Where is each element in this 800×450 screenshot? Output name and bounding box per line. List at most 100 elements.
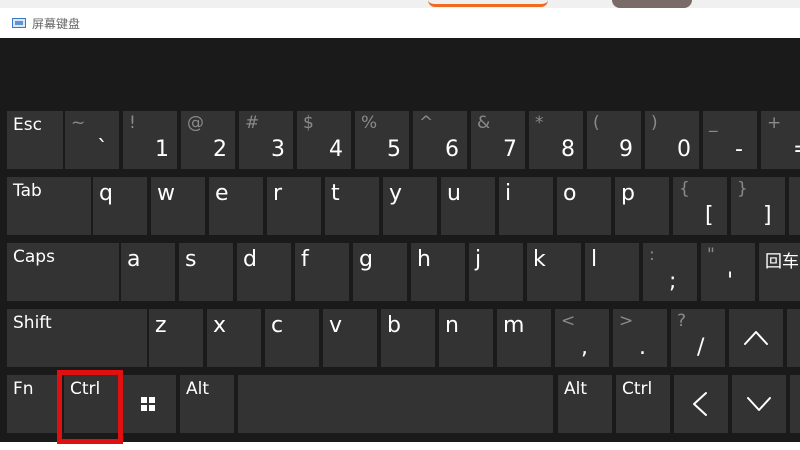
key-e[interactable]: e [209,177,263,235]
key-c[interactable]: c [265,309,319,367]
key-h[interactable]: h [411,243,465,301]
key-label: Ctrl [70,379,101,399]
key-main-label: 0 [677,137,691,162]
key-q[interactable]: q [93,177,147,235]
key-main-label: 2 [213,137,227,162]
keyboard-icon [12,18,26,28]
key-quote[interactable]: " ' [701,243,755,301]
key-shift-label: ! [129,113,136,133]
key-n[interactable]: n [439,309,493,367]
key-t[interactable]: t [325,177,379,235]
key-shift-label: ) [651,113,658,133]
key-m[interactable]: m [497,309,551,367]
key-label: j [475,247,482,272]
key-shift-label: : [649,245,655,265]
key-main-label: 7 [503,137,517,162]
window-title: 屏幕键盘 [32,16,81,31]
key-u[interactable]: u [441,177,495,235]
key-backslash[interactable] [789,177,800,235]
key-label: z [155,313,167,338]
key-left-arrow[interactable] [674,375,728,433]
key-i[interactable]: i [499,177,553,235]
key-7[interactable]: & 7 [471,111,525,169]
key-up-arrow[interactable] [729,309,783,367]
key-label: 回车 [765,252,799,272]
key-d[interactable]: d [237,243,291,301]
key-w[interactable]: w [151,177,205,235]
key-label: n [445,313,459,338]
key-space[interactable] [238,375,553,433]
key-windows[interactable] [122,375,176,433]
key-semicolon[interactable]: :; [643,243,697,301]
key-right-arrow[interactable] [790,375,800,433]
key-label: l [591,247,598,272]
key-main-label: ] [763,203,772,228]
key-shift-label: } [737,179,748,199]
key-shift-label: # [245,113,260,133]
key-shift-right[interactable] [787,309,800,367]
key-label: q [99,181,113,206]
key-k[interactable]: k [527,243,581,301]
key-shift-left[interactable]: Shift [7,309,147,367]
key-slash[interactable]: ? / [671,309,725,367]
key-shift-label: ^ [419,113,434,133]
key-left-bracket[interactable]: {[ [673,177,727,235]
key-1[interactable]: ! 1 [123,111,177,169]
key-l[interactable]: l [585,243,639,301]
key-a[interactable]: a [121,243,175,301]
key-8[interactable]: * 8 [529,111,583,169]
key-v[interactable]: v [323,309,377,367]
key-alt-right[interactable]: Alt [558,375,612,433]
key-comma[interactable]: <, [555,309,609,367]
key-p[interactable]: p [615,177,669,235]
key-right-bracket[interactable]: }] [731,177,785,235]
key-backtick[interactable]: ~ ` [65,111,119,169]
key-ctrl-left[interactable]: Ctrl [64,375,118,433]
key-shift-label: ? [677,311,687,331]
key-label: m [503,313,525,338]
key-b[interactable]: b [381,309,435,367]
key-label: x [213,313,227,338]
key-equals[interactable]: += [761,111,800,169]
key-z[interactable]: z [149,309,203,367]
key-enter[interactable]: 回车 [759,243,800,301]
key-g[interactable]: g [353,243,407,301]
key-label: k [533,247,546,272]
key-2[interactable]: @2 [181,111,235,169]
key-main-label: 8 [561,137,575,162]
key-ctrl-right[interactable]: Ctrl [616,375,670,433]
key-3[interactable]: #3 [239,111,293,169]
windows-icon [122,375,176,433]
key-alt-left[interactable]: Alt [180,375,234,433]
key-0[interactable]: ) 0 [645,111,699,169]
key-main-label: 4 [329,137,343,162]
key-y[interactable]: y [383,177,437,235]
key-r[interactable]: r [267,177,321,235]
key-f[interactable]: f [295,243,349,301]
key-4[interactable]: $4 [297,111,351,169]
key-caps-lock[interactable]: Caps [7,243,119,301]
key-label: e [215,181,229,206]
key-minus[interactable]: _ - [703,111,757,169]
key-main-label: . [639,335,646,360]
key-down-arrow[interactable] [732,375,786,433]
key-main-label: = [793,137,800,162]
key-s[interactable]: s [179,243,233,301]
key-x[interactable]: x [207,309,261,367]
on-screen-keyboard-window: 屏幕键盘 Esc~`!1@2#3$4%5^6&7*8(9)0_-+=Tabqwe… [0,0,800,450]
key-j[interactable]: j [469,243,523,301]
title-bar[interactable]: 屏幕键盘 [0,8,800,38]
key-shift-label: & [477,113,491,133]
key-tab[interactable]: Tab [7,177,91,235]
key-label: t [331,181,340,206]
key-5[interactable]: % 5 [355,111,409,169]
key-o[interactable]: o [557,177,611,235]
key-period[interactable]: >. [613,309,667,367]
key-label: p [621,181,635,206]
key-9[interactable]: (9 [587,111,641,169]
key-esc[interactable]: Esc [7,111,63,169]
key-label: Shift [13,313,52,333]
key-label: r [273,181,283,206]
key-6[interactable]: ^ 6 [413,111,467,169]
key-fn[interactable]: Fn [7,375,59,433]
